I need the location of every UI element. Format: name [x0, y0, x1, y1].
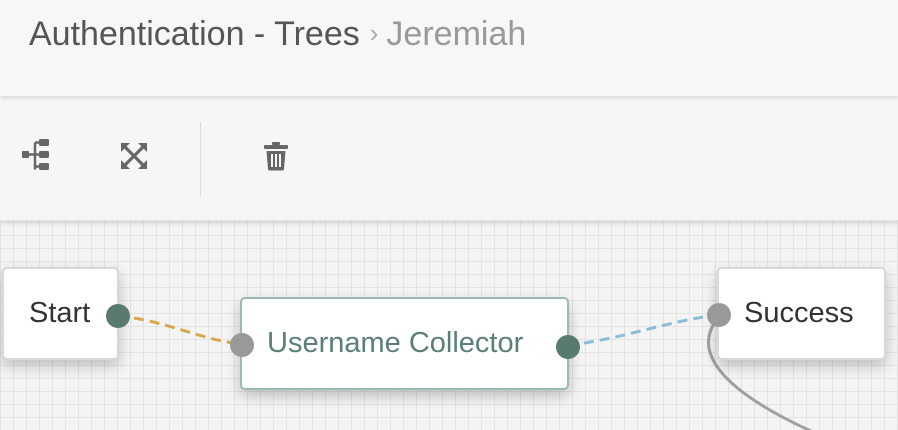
- node-username-collector[interactable]: Username Collector: [230, 297, 580, 390]
- breadcrumb-current: Jeremiah: [386, 15, 527, 53]
- toolbar-divider: [200, 122, 201, 196]
- breadcrumb-parent-link[interactable]: Authentication - Trees: [29, 15, 360, 53]
- breadcrumb: Authentication - Trees › Jeremiah: [29, 12, 526, 58]
- node-output-port[interactable]: [106, 304, 130, 328]
- node-success[interactable]: Success: [707, 267, 886, 360]
- tree-layout-button[interactable]: [16, 136, 56, 176]
- fullscreen-button[interactable]: [114, 136, 154, 176]
- tree-toolbar: [0, 96, 898, 220]
- node-label: Success: [744, 297, 854, 329]
- trash-icon: [264, 142, 288, 171]
- delete-button[interactable]: [256, 136, 296, 176]
- breadcrumb-separator: ›: [369, 18, 379, 48]
- node-start[interactable]: Start: [2, 267, 130, 360]
- node-input-port[interactable]: [230, 333, 254, 357]
- tree-layout-icon: [22, 139, 49, 170]
- expand-fullscreen-icon: [121, 143, 147, 169]
- node-input-port[interactable]: [707, 303, 731, 327]
- page-header: Authentication - Trees › Jeremiah: [0, 0, 898, 96]
- node-output-port[interactable]: [556, 335, 580, 359]
- tree-canvas[interactable]: Start Username Collector Success: [0, 220, 898, 430]
- node-label: Start: [29, 297, 91, 329]
- link-start-to-username-collector: [117, 314, 243, 346]
- link-username-collector-to-success: [567, 313, 720, 347]
- node-label: Username Collector: [267, 327, 524, 359]
